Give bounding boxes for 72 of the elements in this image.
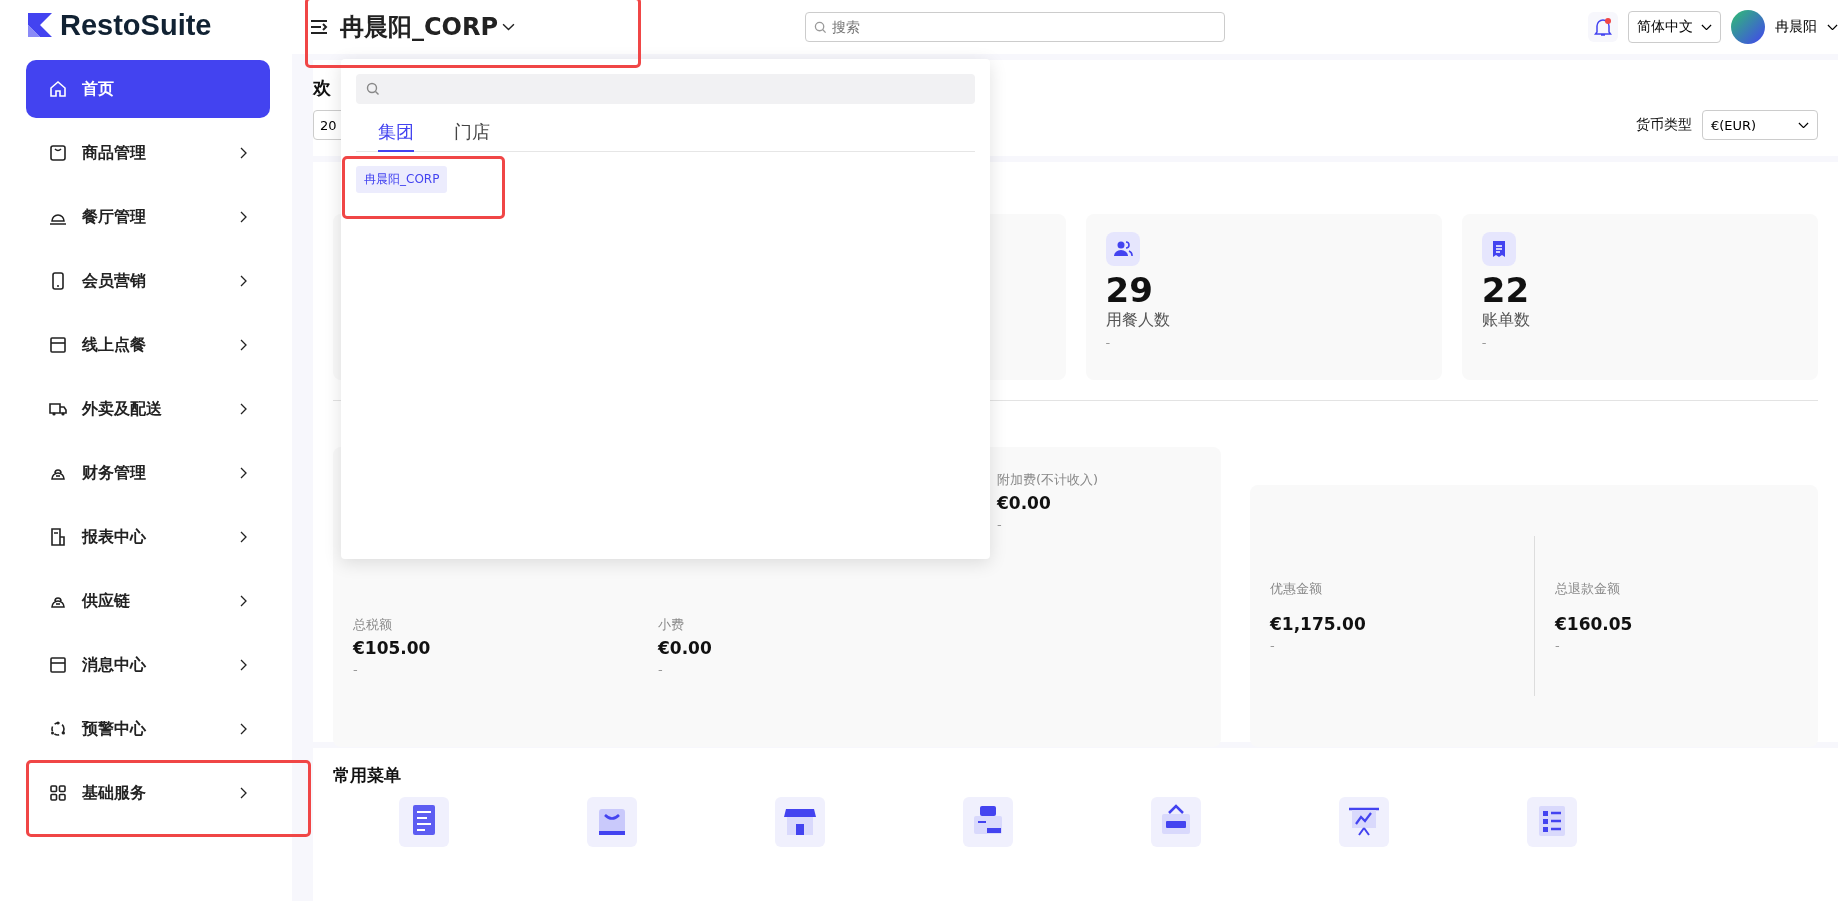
chevron-down-icon (1827, 23, 1838, 31)
dropdown-search-field[interactable] (356, 74, 975, 104)
sidebar-item[interactable]: 会员营销 (26, 252, 270, 310)
notification-button[interactable] (1588, 12, 1618, 42)
metric-value: €160.05 (1555, 613, 1634, 634)
metric-label: 优惠金额 (1270, 579, 1323, 598)
logo-text: RestoSuite (60, 8, 212, 42)
welcome-heading: 欢 (313, 76, 331, 100)
user-avatar[interactable] (1731, 10, 1765, 44)
metric-label: 小费 (658, 616, 685, 634)
menu-item-icon (48, 527, 68, 547)
user-menu[interactable]: 冉晨阳 (1775, 18, 1838, 36)
sidebar-item[interactable]: 基础服务 (26, 764, 270, 822)
section-heading: 常用菜单 (333, 764, 402, 787)
shortcut-button[interactable] (399, 797, 449, 847)
language-selector[interactable]: 简体中文 (1628, 11, 1721, 43)
chevron-down-icon (502, 23, 516, 31)
currency-select[interactable]: €(EUR) (1702, 110, 1818, 140)
metric-change: - (1270, 637, 1276, 653)
metric-value: €1,175.00 (1270, 613, 1367, 634)
stat-value: 22 (1481, 270, 1531, 310)
menu-item-icon (48, 719, 68, 739)
tab[interactable]: 集团 (378, 114, 414, 152)
sidebar-item[interactable]: 消息中心 (26, 636, 270, 694)
shortcut-button[interactable] (587, 797, 637, 847)
stat-label: 用餐人数 (1105, 310, 1171, 331)
sidebar-item[interactable]: 商品管理 (26, 124, 270, 182)
metric-value: €105.00 (353, 638, 432, 658)
metric-change: - (658, 662, 664, 677)
metric-change: - (1555, 637, 1561, 653)
menu-item-icon (48, 783, 68, 803)
shortcut-button[interactable] (1151, 797, 1201, 847)
search-icon (814, 21, 828, 34)
stat-label: 账单数 (1481, 310, 1531, 331)
menu-item-icon (48, 143, 68, 163)
sidebar-item[interactable]: 预警中心 (26, 700, 270, 758)
menu-item-icon (48, 79, 68, 99)
shortcut-button[interactable] (963, 797, 1013, 847)
search-field[interactable]: 搜索 (805, 12, 1226, 42)
metric-value: €0.00 (997, 493, 1052, 513)
sidebar-item[interactable]: 财务管理 (26, 444, 270, 502)
shortcut-button[interactable] (775, 797, 825, 847)
chevron-down-icon (1701, 23, 1712, 31)
metric-value: €0.00 (658, 638, 713, 658)
chevron-down-icon (1798, 121, 1809, 129)
stat-value: 29 (1105, 270, 1154, 310)
search-icon (366, 82, 380, 96)
organization-option[interactable]: 冉晨阳_CORP (356, 166, 448, 193)
metric-label: 附加费(不计收入) (997, 471, 1100, 489)
organization-selector[interactable]: 冉晨阳_CORP (340, 11, 516, 43)
sidebar-item[interactable]: 餐厅管理 (26, 188, 270, 246)
metric-change: - (997, 517, 1003, 532)
menu-item-icon (48, 335, 68, 355)
metric-label: 总退款金额 (1555, 579, 1621, 598)
sidebar-item[interactable]: 外卖及配送 (26, 380, 270, 438)
currency-label: 货币类型 (1636, 116, 1692, 134)
sidebar-item[interactable]: 线上点餐 (26, 316, 270, 374)
sidebar-item[interactable]: 首页 (26, 60, 270, 118)
sidebar-item[interactable]: 报表中心 (26, 508, 270, 566)
shortcut-button[interactable] (1527, 797, 1577, 847)
stat-change: - (1105, 335, 1112, 350)
menu-icon[interactable] (310, 19, 328, 35)
tab[interactable]: 门店 (454, 114, 490, 152)
metric-change: - (353, 662, 359, 677)
sidebar-item[interactable]: 供应链 (26, 572, 270, 630)
receipt-icon (1481, 232, 1516, 266)
people-icon (1105, 232, 1140, 266)
stat-change: - (1481, 335, 1488, 350)
shortcut-button[interactable] (1339, 797, 1389, 847)
menu-item-icon (48, 655, 68, 675)
metric-label: 总税额 (353, 616, 393, 634)
logo-icon (26, 11, 54, 39)
